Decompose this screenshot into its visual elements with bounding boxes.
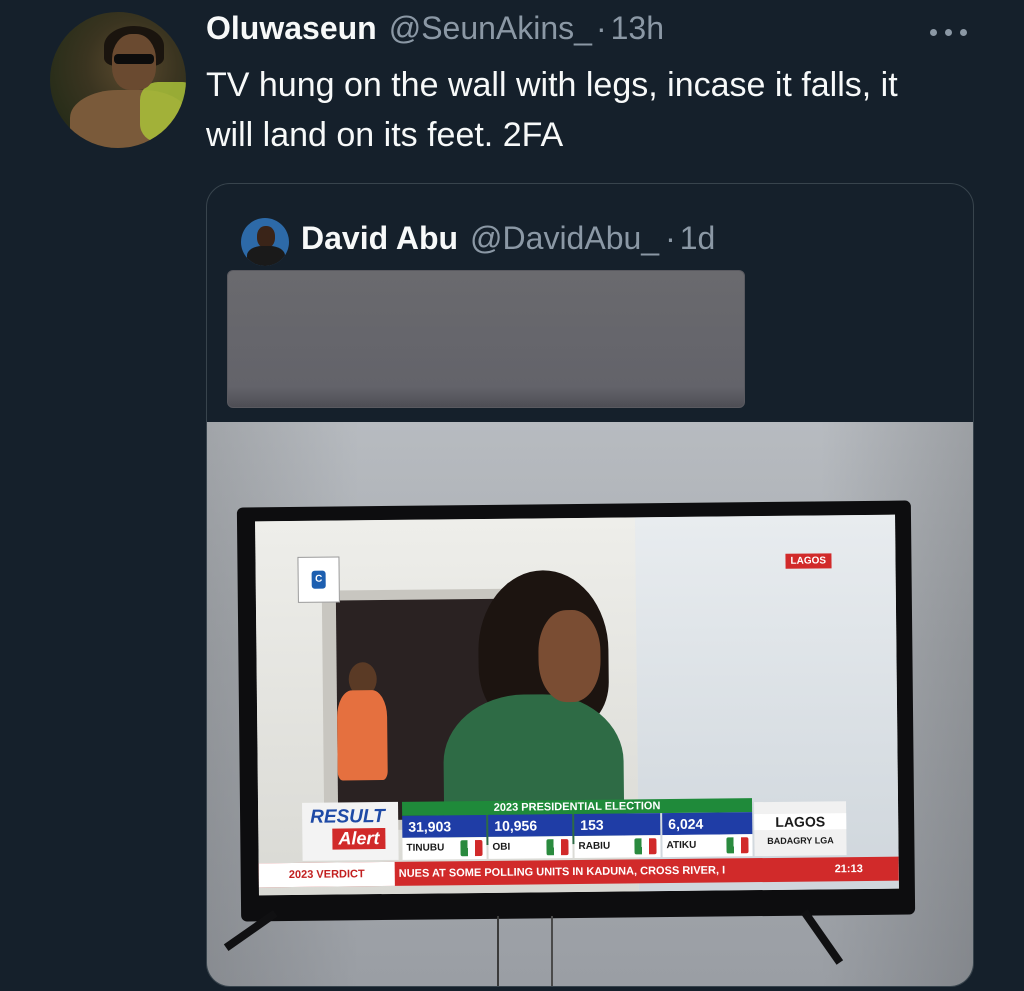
more-dot: [945, 28, 952, 36]
candidate-votes: 6,024: [662, 812, 753, 836]
quoted-avatar-body: [247, 246, 285, 266]
party-flag-icon: [546, 839, 569, 856]
party-flag-icon: [460, 839, 483, 857]
screen-woman-face: [538, 609, 601, 703]
channel-logo: C: [297, 556, 340, 603]
more-dot: [930, 28, 937, 36]
author-avatar[interactable]: [50, 12, 186, 148]
tv-screen: C LAGOS RESULT Alert 2023 PRESIDENTIAL E…: [255, 514, 899, 896]
region-box: LAGOS BADAGRY LGA: [754, 801, 847, 857]
verdict-label: 2023 VERDICT: [258, 861, 395, 888]
region-lga: BADAGRY LGA: [767, 835, 834, 847]
candidate-obi: 10,956 OBI: [488, 814, 573, 859]
news-ticker: 2023 VERDICT NUES AT SOME POLLING UNITS …: [258, 856, 899, 888]
candidate-votes: 31,903: [402, 814, 487, 838]
candidate-votes: 10,956: [488, 814, 573, 837]
quoted-tweet-header: David Abu @DavidAbu_ · 1d: [301, 220, 715, 257]
more-dot: [960, 28, 967, 36]
quoted-author-handle[interactable]: @DavidAbu_: [470, 220, 659, 257]
channel-logo-mark-icon: C: [311, 570, 326, 589]
avatar-figure-top: [140, 82, 186, 142]
ticker-text: NUES AT SOME POLLING UNITS IN KADUNA, CR…: [398, 864, 726, 880]
ticker-clock: 21:13: [834, 863, 863, 876]
candidate-rabiu: 153 RABIU: [574, 813, 661, 859]
redacted-text-block: [227, 270, 745, 408]
separator-dot: ·: [595, 10, 607, 46]
election-lower-third: RESULT Alert 2023 PRESIDENTIAL ELECTION …: [258, 797, 899, 895]
tv-cable: [497, 916, 499, 986]
candidate-votes: 153: [574, 813, 661, 837]
party-flag-icon: [726, 837, 749, 854]
quoted-author-name[interactable]: David Abu: [301, 220, 458, 257]
quoted-separator-dot: ·: [665, 220, 676, 256]
tweet-time[interactable]: 13h: [611, 10, 664, 47]
quoted-tweet[interactable]: David Abu @DavidAbu_ · 1d C LAGOS RESULT: [206, 183, 974, 987]
author-name[interactable]: Oluwaseun: [206, 10, 377, 47]
screen-bg-person: [336, 689, 388, 781]
author-handle[interactable]: @SeunAkins_: [389, 10, 592, 47]
tweet-text: TV hung on the wall with legs, incase it…: [206, 66, 898, 154]
quoted-avatar-head: [257, 226, 275, 248]
alert-label: Alert: [332, 828, 386, 850]
tweet-photo[interactable]: C LAGOS RESULT Alert 2023 PRESIDENTIAL E…: [207, 422, 973, 986]
avatar-figure-glasses: [114, 54, 154, 64]
result-alert-box: RESULT Alert: [302, 801, 399, 861]
party-flag-icon: [634, 838, 657, 855]
candidate-atiku: 6,024 ATIKU: [662, 812, 753, 858]
tweet-header: Oluwaseun @SeunAkins_ · 13h: [206, 10, 664, 54]
region-name: LAGOS: [754, 813, 847, 831]
candidate-tinubu: 31,903 TINUBU: [402, 814, 487, 860]
result-label: RESULT: [310, 806, 385, 828]
more-horizontal-icon[interactable]: [930, 20, 974, 44]
quoted-author-avatar[interactable]: [241, 218, 289, 266]
location-badge: LAGOS: [785, 553, 832, 569]
tv-cable: [551, 916, 553, 986]
quoted-tweet-time[interactable]: 1d: [680, 220, 716, 257]
